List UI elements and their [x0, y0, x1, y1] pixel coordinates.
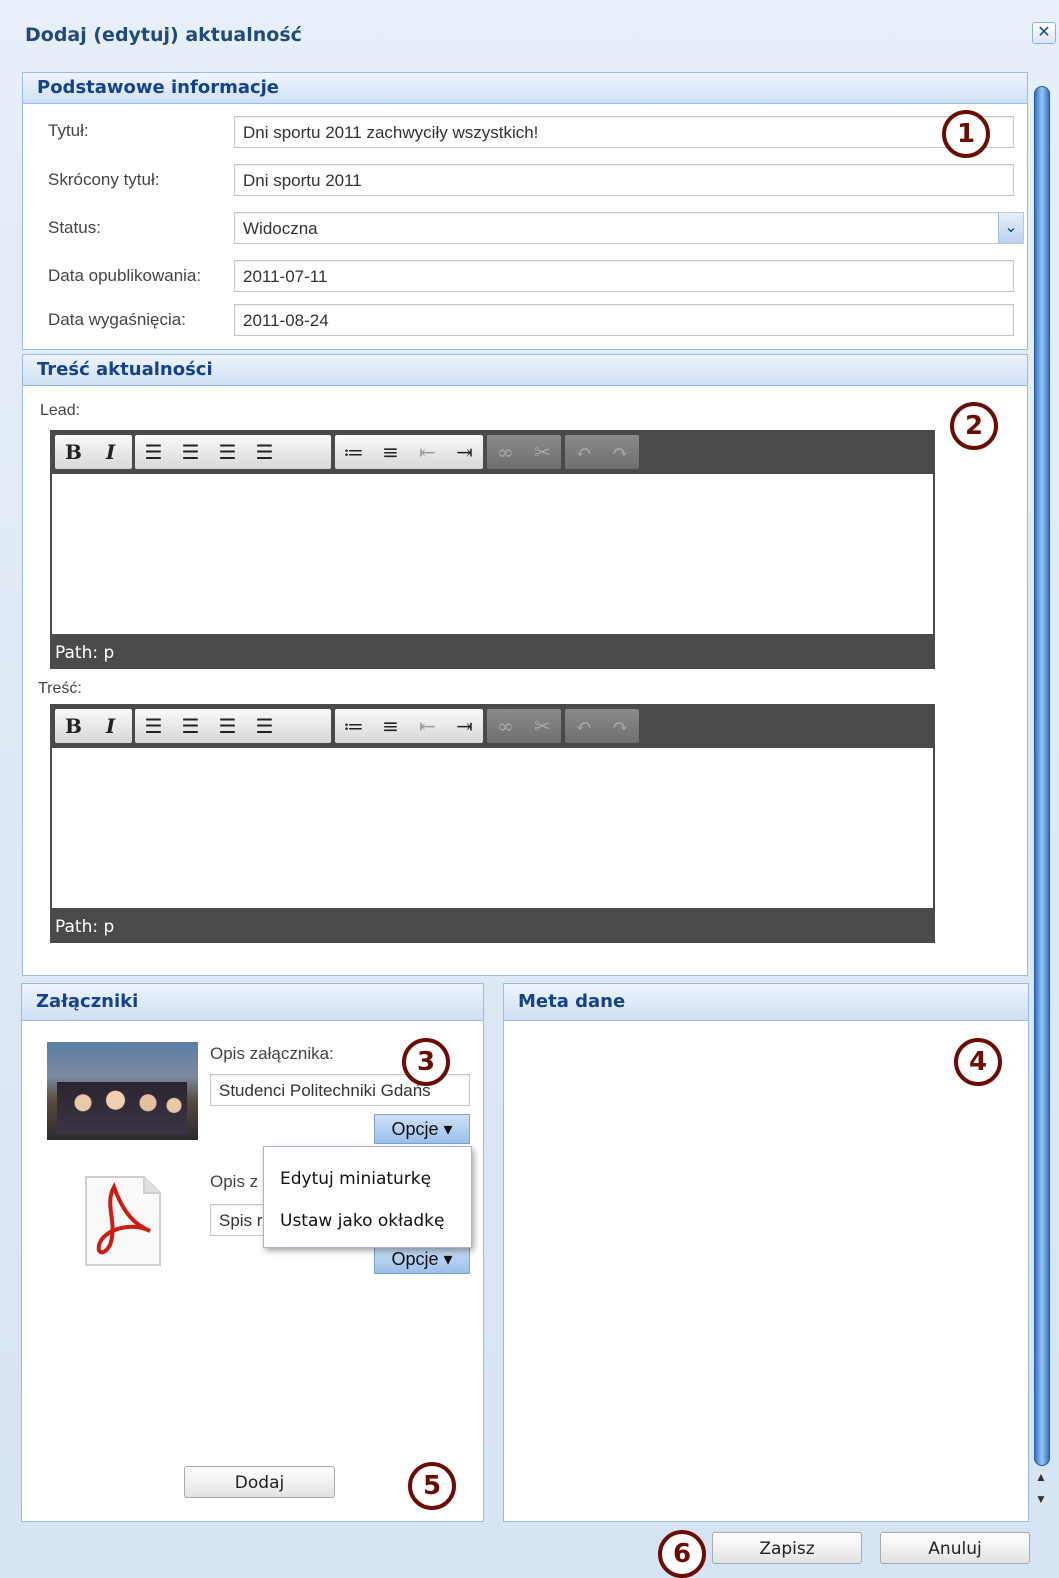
redo-icon[interactable]: ↷ — [602, 435, 639, 469]
badge-5: 5 — [408, 1462, 456, 1510]
history-group: ↶ ↷ — [565, 435, 639, 469]
align-right-icon[interactable]: ☰ — [209, 435, 246, 469]
history-group: ↶ ↷ — [565, 709, 639, 743]
lead-label: Lead: — [40, 402, 81, 419]
menu-item-edit-thumbnail[interactable]: Edytuj miniaturkę — [280, 1169, 431, 1189]
body-label: Treść: — [38, 680, 82, 697]
photo-thumbnail[interactable] — [47, 1042, 198, 1140]
body-path: Path: p — [50, 908, 935, 943]
dialog-window: Dodaj (edytuj) aktualność ✕ Podstawowe i… — [0, 0, 1059, 1578]
menu-item-set-cover[interactable]: Ustaw jako okładkę — [280, 1211, 444, 1231]
align-group: ☰ ☰ ☰ ☰ — [135, 709, 331, 743]
indent-icon[interactable]: ⇥ — [446, 709, 483, 743]
badge-3: 3 — [402, 1038, 450, 1086]
scroll-down-icon[interactable]: ▼ — [1035, 1492, 1047, 1506]
outdent-icon[interactable]: ⇤ — [409, 435, 446, 469]
scroll-up-icon[interactable]: ▲ — [1035, 1470, 1047, 1484]
bullet-list-icon[interactable]: ≔ — [335, 709, 372, 743]
short-title-field[interactable]: Dni sportu 2011 — [234, 164, 1014, 196]
format-group: B I — [55, 435, 132, 469]
unlink-icon[interactable]: ✂ — [524, 709, 561, 743]
options-button-1[interactable]: Opcje ▾ — [374, 1114, 470, 1144]
expiry-date-label: Data wygaśnięcia: — [48, 310, 186, 329]
body-editor: B I ☰ ☰ ☰ ☰ ≔ ≡ ⇤ ⇥ ∞ ✂ ↶ ↷ Path: p — [50, 704, 935, 943]
scrollbar-thumb[interactable] — [1034, 86, 1050, 1466]
unlink-icon[interactable]: ✂ — [524, 435, 561, 469]
title-label: Tytuł: — [48, 121, 89, 140]
dialog-title: Dodaj (edytuj) aktualność — [25, 24, 302, 46]
lead-toolbar: B I ☰ ☰ ☰ ☰ ≔ ≡ ⇤ ⇥ ∞ ✂ ↶ ↷ — [50, 430, 935, 474]
add-attachment-button[interactable]: Dodaj — [184, 1466, 335, 1498]
lead-editor: B I ☰ ☰ ☰ ☰ ≔ ≡ ⇤ ⇥ ∞ ✂ ↶ ↷ Path: p — [50, 430, 935, 669]
badge-2: 2 — [950, 402, 998, 450]
numbered-list-icon[interactable]: ≡ — [372, 709, 409, 743]
options-menu: Edytuj miniaturkę Ustaw jako okładkę — [263, 1146, 472, 1248]
redo-icon[interactable]: ↷ — [602, 709, 639, 743]
format-group: B I — [55, 709, 132, 743]
expiry-date-field[interactable]: 2011-08-24 — [234, 304, 1014, 336]
save-button[interactable]: Zapisz — [712, 1532, 862, 1564]
status-label: Status: — [48, 218, 101, 237]
badge-4: 4 — [954, 1038, 1002, 1086]
numbered-list-icon[interactable]: ≡ — [372, 435, 409, 469]
cancel-button[interactable]: Anuluj — [880, 1532, 1030, 1564]
align-right-icon[interactable]: ☰ — [209, 709, 246, 743]
bullet-list-icon[interactable]: ≔ — [335, 435, 372, 469]
basic-info-header: Podstawowe informacje — [23, 73, 1027, 104]
content-header: Treść aktualności — [23, 355, 1027, 386]
options-button-2[interactable]: Opcje ▾ — [374, 1244, 470, 1274]
attachment-desc-label-1: Opis załącznika: — [210, 1044, 334, 1063]
lead-edit-area[interactable] — [50, 474, 935, 634]
title-field[interactable]: Dni sportu 2011 zachwyciły wszystkich! — [234, 116, 1014, 148]
link-group: ∞ ✂ — [487, 435, 561, 469]
link-icon[interactable]: ∞ — [487, 435, 524, 469]
badge-1: 1 — [942, 110, 990, 158]
align-group: ☰ ☰ ☰ ☰ — [135, 435, 331, 469]
list-group: ≔ ≡ ⇤ ⇥ — [335, 435, 483, 469]
indent-icon[interactable]: ⇥ — [446, 435, 483, 469]
pdf-icon[interactable] — [84, 1175, 162, 1267]
align-justify-icon[interactable]: ☰ — [246, 435, 283, 469]
undo-icon[interactable]: ↶ — [565, 709, 602, 743]
close-icon[interactable]: ✕ — [1032, 22, 1056, 44]
attachments-header: Załączniki — [22, 984, 483, 1021]
attachment-desc-label-2: Opis z — [210, 1172, 259, 1191]
align-justify-icon[interactable]: ☰ — [246, 709, 283, 743]
link-group: ∞ ✂ — [487, 709, 561, 743]
link-icon[interactable]: ∞ — [487, 709, 524, 743]
undo-icon[interactable]: ↶ — [565, 435, 602, 469]
bold-icon[interactable]: B — [55, 435, 92, 469]
meta-header: Meta dane — [504, 984, 1028, 1021]
italic-icon[interactable]: I — [92, 435, 129, 469]
status-value: Widoczna — [243, 219, 318, 238]
align-center-icon[interactable]: ☰ — [172, 709, 209, 743]
publish-date-label: Data opublikowania: — [48, 266, 202, 285]
align-left-icon[interactable]: ☰ — [135, 435, 172, 469]
align-center-icon[interactable]: ☰ — [172, 435, 209, 469]
publish-date-field[interactable]: 2011-07-11 — [234, 260, 1014, 292]
bold-icon[interactable]: B — [55, 709, 92, 743]
badge-6: 6 — [658, 1530, 706, 1578]
status-select[interactable]: Widoczna ⌄ — [234, 212, 1024, 244]
align-left-icon[interactable]: ☰ — [135, 709, 172, 743]
italic-icon[interactable]: I — [92, 709, 129, 743]
short-title-label: Skrócony tytuł: — [48, 170, 160, 189]
outdent-icon[interactable]: ⇤ — [409, 709, 446, 743]
body-edit-area[interactable] — [50, 748, 935, 908]
chevron-down-icon[interactable]: ⌄ — [998, 213, 1023, 243]
vertical-scrollbar[interactable]: ▲ ▼ — [1033, 86, 1051, 1520]
list-group: ≔ ≡ ⇤ ⇥ — [335, 709, 483, 743]
body-toolbar: B I ☰ ☰ ☰ ☰ ≔ ≡ ⇤ ⇥ ∞ ✂ ↶ ↷ — [50, 704, 935, 748]
meta-panel: Meta dane — [503, 983, 1029, 1522]
lead-path: Path: p — [50, 634, 935, 669]
